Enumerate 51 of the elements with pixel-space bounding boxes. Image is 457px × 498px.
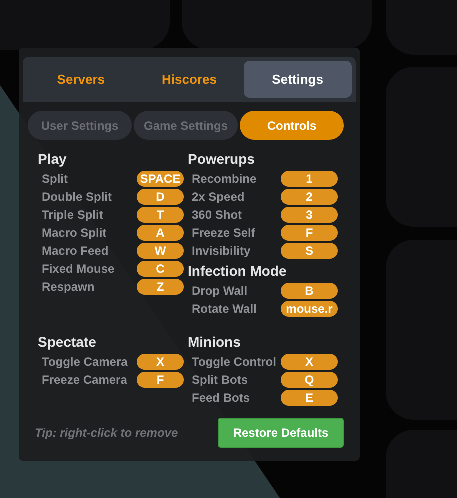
action-label: Drop Wall xyxy=(192,283,248,300)
action-label: Freeze Camera xyxy=(42,372,128,389)
key-binding-button[interactable]: E xyxy=(281,390,338,406)
key-binding-button[interactable]: C xyxy=(137,261,184,277)
action-label: Triple Split xyxy=(42,207,104,224)
action-label: Freeze Self xyxy=(192,225,256,242)
key-binding-button[interactable]: 3 xyxy=(281,207,338,223)
key-binding-button[interactable]: X xyxy=(137,354,184,370)
action-label: Invisibility xyxy=(192,243,251,260)
key-binding-button[interactable]: S xyxy=(281,243,338,259)
section-heading: Minions xyxy=(188,333,242,351)
action-label: Feed Bots xyxy=(192,390,250,407)
key-binding-button[interactable]: F xyxy=(137,372,184,388)
key-binding-button[interactable]: F xyxy=(281,225,338,241)
key-binding-button[interactable]: 2 xyxy=(281,189,338,205)
action-label: Macro Feed xyxy=(42,243,109,260)
section-heading: Play xyxy=(38,150,68,168)
key-binding-button[interactable]: A xyxy=(137,225,184,241)
section-heading: Powerups xyxy=(188,150,256,168)
action-label: Rotate Wall xyxy=(192,301,257,318)
action-label: Toggle Control xyxy=(192,354,276,371)
key-binding-button[interactable]: Z xyxy=(137,279,184,295)
section-heading: Infection Mode xyxy=(188,262,288,280)
sub-tab[interactable]: User Settings xyxy=(28,111,132,140)
key-binding-button[interactable]: W xyxy=(137,243,184,259)
sub-tab[interactable]: Controls xyxy=(240,111,344,140)
action-label: Toggle Camera xyxy=(42,354,128,371)
restore-defaults-button[interactable]: Restore Defaults xyxy=(218,418,344,448)
action-label: Respawn xyxy=(42,279,95,296)
key-binding-button[interactable]: mouse.r xyxy=(281,301,338,317)
action-label: Double Split xyxy=(42,189,112,206)
key-binding-button[interactable]: SPACE xyxy=(137,171,184,187)
key-binding-button[interactable]: D xyxy=(137,189,184,205)
tab[interactable]: Settings xyxy=(244,61,352,98)
key-binding-button[interactable]: X xyxy=(281,354,338,370)
action-label: Split Bots xyxy=(192,372,248,389)
tip-text: Tip: right-click to remove xyxy=(35,425,178,442)
key-binding-button[interactable]: 1 xyxy=(281,171,338,187)
section-heading: Spectate xyxy=(38,333,98,351)
action-label: Recombine xyxy=(192,171,257,188)
action-label: Fixed Mouse xyxy=(42,261,115,278)
tab[interactable]: Servers xyxy=(27,61,136,98)
action-label: 360 Shot xyxy=(192,207,242,224)
action-label: 2x Speed xyxy=(192,189,245,206)
key-binding-button[interactable]: T xyxy=(137,207,184,223)
key-binding-button[interactable]: B xyxy=(281,283,338,299)
action-label: Split xyxy=(42,171,68,188)
tab[interactable]: Hiscores xyxy=(135,61,244,98)
action-label: Macro Split xyxy=(42,225,107,242)
key-binding-button[interactable]: Q xyxy=(281,372,338,388)
sub-tab[interactable]: Game Settings xyxy=(134,111,238,140)
